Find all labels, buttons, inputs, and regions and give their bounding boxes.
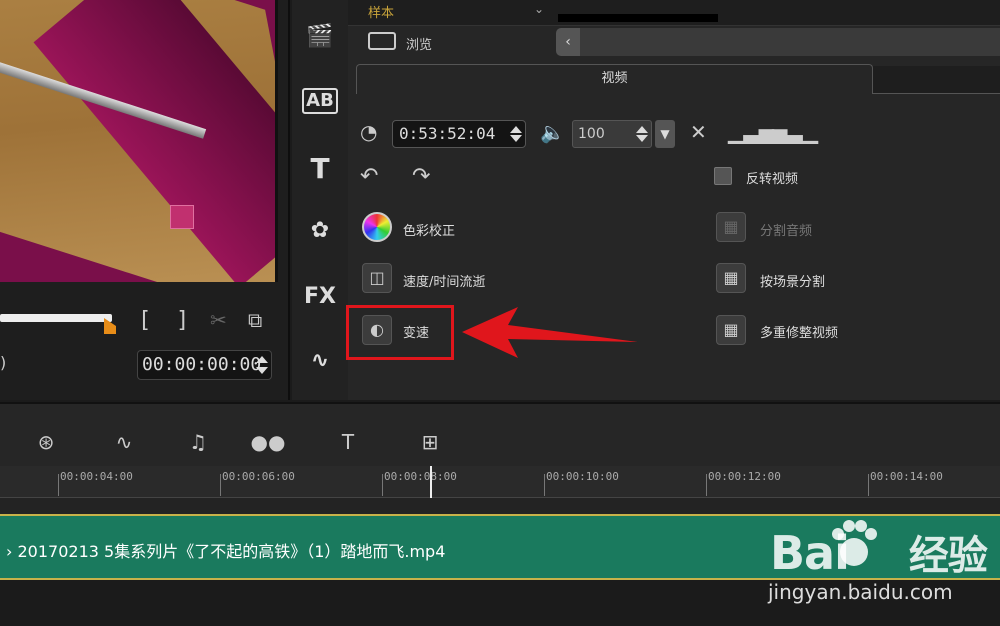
annotation-arrow — [462, 307, 638, 358]
mark-in-button[interactable]: [ — [138, 308, 151, 333]
panel-top-bar: 样本 ⌄ — [348, 0, 1000, 26]
tick-label: 00:00:06:00 — [222, 470, 295, 483]
highlight-box — [346, 305, 454, 360]
split-audio-label: 分割音频 — [760, 224, 813, 239]
chevron-left-icon: ‹ — [565, 34, 571, 50]
duration-up-icon[interactable] — [510, 126, 522, 133]
speed-time-lapse-label[interactable]: 速度/时间流逝 — [403, 271, 485, 290]
fade-in-icon[interactable]: ▁▃▅ — [728, 120, 774, 144]
motion-path-icon[interactable]: ∿ — [302, 346, 338, 376]
tick-label: 00:00:12:00 — [708, 470, 781, 483]
grid-icon[interactable]: ⊞ — [412, 428, 448, 456]
timecode-value: 00:00:00:00 — [142, 354, 262, 375]
panel-band — [580, 28, 1000, 56]
duration-value: 0:53:52:04 — [399, 124, 496, 143]
volume-up-icon[interactable] — [636, 126, 648, 133]
tab-video[interactable]: 视频 — [356, 64, 873, 94]
multi-trim-label[interactable]: 多重修整视频 — [760, 322, 838, 341]
chevron-down-icon[interactable]: ⌄ — [534, 2, 544, 16]
browse-label: 浏览 — [406, 38, 433, 53]
clip-name: › 20170213 5集系列片《了不起的高铁》（1）踏地而飞.mp4 — [6, 542, 446, 561]
multi-trim-icon[interactable]: ▦ — [716, 315, 746, 345]
fade-out-icon[interactable]: ▅▃▁ — [772, 120, 818, 144]
paw-icon — [832, 520, 877, 566]
browse-button[interactable] — [362, 28, 552, 56]
title-track-icon[interactable]: T — [330, 428, 366, 456]
transition-icon[interactable]: AB — [302, 88, 338, 114]
music-icon[interactable]: ♫ — [180, 428, 216, 456]
timecode-down-icon[interactable] — [256, 367, 268, 374]
title-icon[interactable]: T — [302, 154, 338, 184]
scissors-icon[interactable]: ✂ — [210, 308, 227, 332]
volume-value: 100 — [578, 126, 605, 142]
timeline-ruler[interactable] — [0, 466, 1000, 498]
speaker-icon[interactable]: ) — [0, 353, 6, 372]
overlay-icon[interactable]: ●● — [250, 428, 286, 456]
color-wheel-icon[interactable] — [362, 212, 392, 242]
duration-field[interactable]: 0:53:52:04 — [392, 120, 526, 148]
volume-dropdown-icon[interactable]: ▼ — [655, 120, 675, 148]
volume-icon: 🔈 — [540, 120, 565, 144]
video-preview — [0, 0, 278, 282]
tick-line — [706, 474, 707, 496]
reverse-video-checkbox[interactable] — [714, 167, 732, 185]
reverse-video-label: 反转视频 — [746, 172, 799, 187]
graphics-icon[interactable]: ✿ — [302, 216, 338, 246]
record-icon[interactable]: ⊛ — [28, 428, 64, 456]
media-icon[interactable]: 🎬 — [302, 22, 338, 52]
watermark-url: jingyan.baidu.com — [768, 580, 953, 604]
mute-icon[interactable]: ✕ — [690, 120, 707, 144]
top-tab-partial[interactable]: 样本 — [368, 2, 394, 21]
tick-line — [382, 474, 383, 496]
tick-label: 00:00:08:00 — [384, 470, 457, 483]
volume-down-icon[interactable] — [636, 135, 648, 142]
tick-line — [220, 474, 221, 496]
speed-time-lapse-icon[interactable]: ◫ — [362, 263, 392, 293]
track-gap — [0, 498, 1000, 514]
folder-icon — [368, 32, 396, 50]
rotate-left-icon[interactable]: ↶ — [360, 164, 378, 189]
tick-label: 00:00:04:00 — [60, 470, 133, 483]
split-audio-icon: ▦ — [716, 212, 746, 242]
tick-line — [544, 474, 545, 496]
tick-label: 00:00:10:00 — [546, 470, 619, 483]
volume-field[interactable]: 100 — [572, 120, 652, 148]
split-by-scene-label[interactable]: 按场景分割 — [760, 271, 825, 290]
rotate-right-icon[interactable]: ↷ — [412, 164, 430, 189]
tick-line — [868, 474, 869, 496]
playhead[interactable] — [430, 466, 432, 498]
tick-label: 00:00:14:00 — [870, 470, 943, 483]
duration-down-icon[interactable] — [510, 135, 522, 142]
fx-icon[interactable]: FX — [302, 282, 338, 312]
tab-other[interactable] — [873, 66, 1000, 94]
mark-out-button[interactable]: ] — [176, 308, 189, 333]
timecode-field[interactable]: 00:00:00:00 — [137, 350, 272, 380]
tick-line — [58, 474, 59, 496]
tool-strip: 🎬 AB T ✿ FX ∿ — [292, 0, 348, 400]
clock-icon: ◔ — [360, 120, 378, 144]
collapse-button[interactable]: ‹ — [556, 28, 580, 56]
audio-wave-icon[interactable]: ∿ — [106, 428, 142, 456]
timecode-up-icon[interactable] — [256, 356, 268, 363]
color-correction-label[interactable]: 色彩校正 — [403, 220, 455, 239]
copy-icon[interactable]: ⧉ — [248, 308, 262, 332]
split-by-scene-icon[interactable]: ▦ — [716, 263, 746, 293]
scrub-bar[interactable] — [0, 314, 112, 322]
timeline-toolbar — [0, 402, 1000, 466]
